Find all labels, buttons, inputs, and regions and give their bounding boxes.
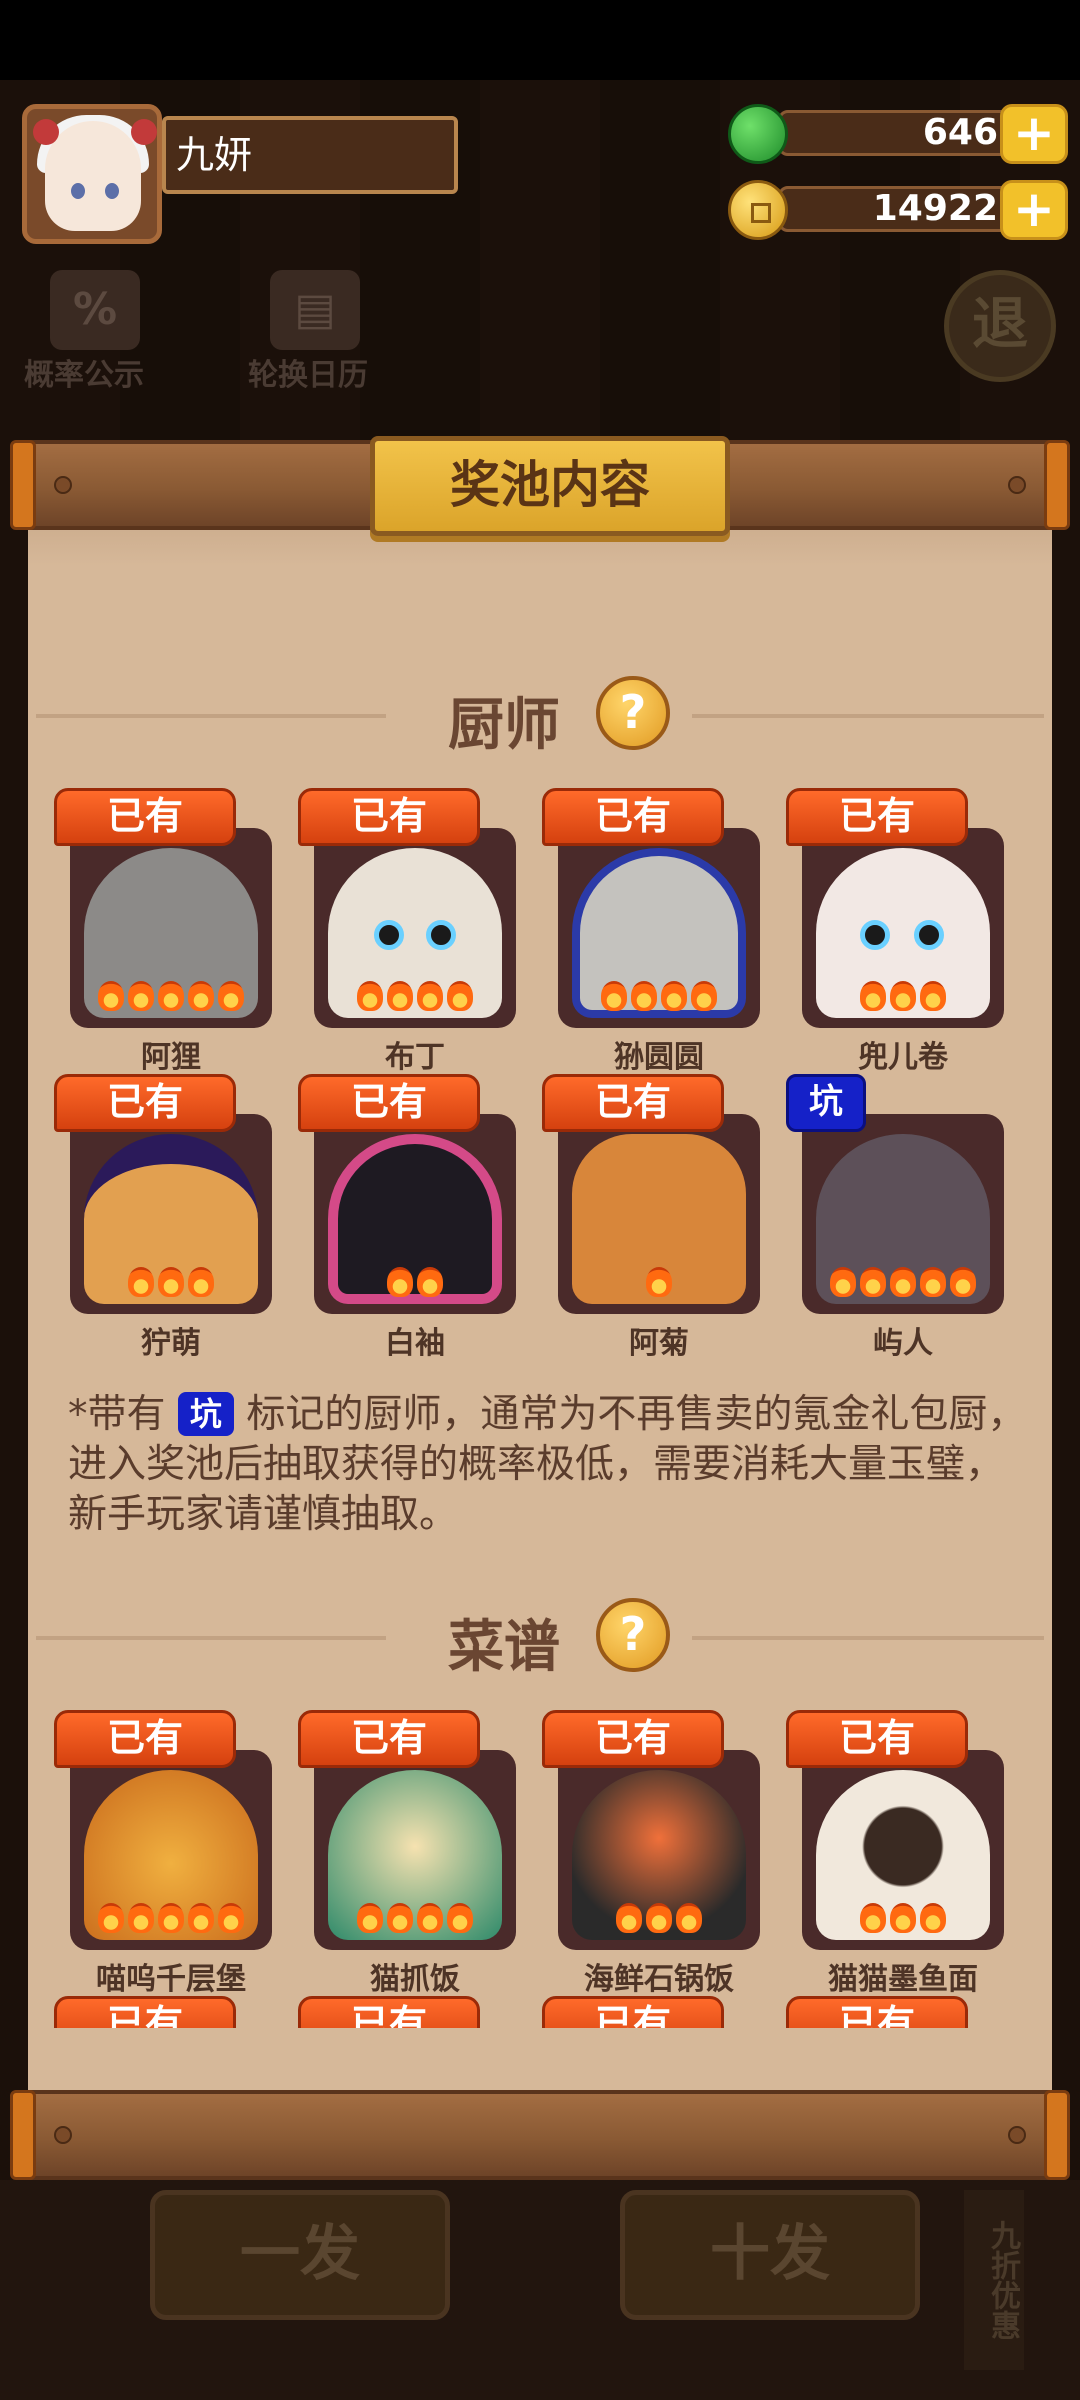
chef-card-aju[interactable]: 已有 阿菊 [542,1074,760,1361]
star-flames [558,981,760,1018]
rotation-calendar-button: 轮换日历 [248,358,368,393]
owned-badge: 已有 [54,788,236,846]
chef-name: 狲圆圆 [614,1040,704,1075]
star-flames [314,1903,516,1940]
chef-card-yuren[interactable]: 坑 屿人 [786,1074,1004,1361]
add-coins-button[interactable]: + [1000,180,1068,240]
chef-name: 狞萌 [141,1326,201,1361]
recipes-section-title: 菜谱 [448,1615,560,1680]
recipe-name: 猫抓饭 [370,1962,460,1997]
recipe-name: 喵呜千层堡 [96,1962,246,1997]
jade-amount: 646 [922,112,998,153]
chefs-section-title: 厨师 [448,693,560,758]
star-flames [558,1267,760,1304]
owned-badge: 已有 [298,788,480,846]
recipe-card-burger[interactable]: 已有 喵呜千层堡 [54,1710,272,1997]
owned-badge: 已有 [54,1074,236,1132]
coin-icon [728,180,788,240]
star-flames [802,1267,1004,1304]
owned-badge: 已有 [298,1074,480,1132]
star-flames [802,981,1004,1018]
chef-card-baixiu[interactable]: 已有 白袖 [298,1074,516,1361]
jade-resource: 646 + [728,104,1068,164]
chefs-section-header: 厨师 ? [28,676,1052,758]
exit-button: 退 [944,270,1056,382]
chef-name: 白袖 [385,1326,445,1361]
chef-card-ningmeng[interactable]: 已有 狞萌 [54,1074,272,1361]
one-draw-button: 一发 [150,2190,450,2320]
star-flames [70,1903,272,1940]
pit-notice: *带有 坑 标记的厨师，通常为不再售卖的氪金礼包厨，进入奖池后抽取获得的概率极低… [68,1392,1027,1537]
owned-badge: 已有 [542,1074,724,1132]
owned-badge: 已有 [786,1710,968,1768]
chef-name: 布丁 [385,1040,445,1075]
coin-amount: 14922 [872,188,998,229]
add-jade-button[interactable]: + [1000,104,1068,164]
prize-pool-dialog: 厨师 ? 已有 阿狸 已有 布丁 已有 狲圆圆 已有 兜儿卷 已有 狞萌 已有 … [28,480,1052,2100]
recipe-name: 猫猫墨鱼面 [828,1962,978,1997]
status-bar [0,0,1080,80]
owned-badge: 已有 [298,1710,480,1768]
pit-badge-inline: 坑 [177,1392,234,1436]
star-flames [314,1267,516,1304]
chefs-help-button[interactable]: ? [596,676,670,750]
recipes-section-header: 菜谱 ? [28,1598,1052,1680]
recipe-name: 海鲜石锅饭 [584,1962,734,1997]
ten-draw-button: 十发 [620,2190,920,2320]
star-flames [70,981,272,1018]
star-flames [70,1267,272,1304]
player-avatar[interactable] [22,104,162,244]
recipe-card-seafood-pot[interactable]: 已有 海鲜石锅饭 [542,1710,760,1997]
probability-button: 概率公示 [24,358,144,393]
owned-badge: 已有 [786,788,968,846]
star-flames [558,1903,760,1940]
chef-name: 兜儿卷 [858,1040,948,1075]
scroll-bottom-rod [10,2090,1070,2180]
chef-name: 阿菊 [629,1326,689,1361]
star-flames [314,981,516,1018]
recipe-card-catrice[interactable]: 已有 猫抓饭 [298,1710,516,1997]
calendar-icon: ▤ [270,270,360,350]
chef-card-sunyuanyuan[interactable]: 已有 狲圆圆 [542,788,760,1075]
player-name: 九妍 [162,116,458,194]
owned-badge: 已有 [542,1710,724,1768]
chef-card-buding[interactable]: 已有 布丁 [298,788,516,1075]
star-flames [802,1903,1004,1940]
percent-icon: % [50,270,140,350]
discount-tag: 九折优惠 [964,2190,1024,2370]
dialog-title: 奖池内容 [370,436,730,536]
owned-badge: 已有 [54,1710,236,1768]
chef-name: 屿人 [873,1326,933,1361]
jade-icon [728,104,788,164]
coin-resource: 14922 + [728,180,1068,240]
chef-name: 阿狸 [141,1040,201,1075]
recipe-card-ink-noodle[interactable]: 已有 猫猫墨鱼面 [786,1710,1004,1997]
owned-badge: 已有 [542,788,724,846]
chef-card-doujuan[interactable]: 已有 兜儿卷 [786,788,1004,1075]
pit-badge: 坑 [786,1074,866,1132]
chef-card-ali[interactable]: 已有 阿狸 [54,788,272,1075]
recipes-help-button[interactable]: ? [596,1598,670,1672]
